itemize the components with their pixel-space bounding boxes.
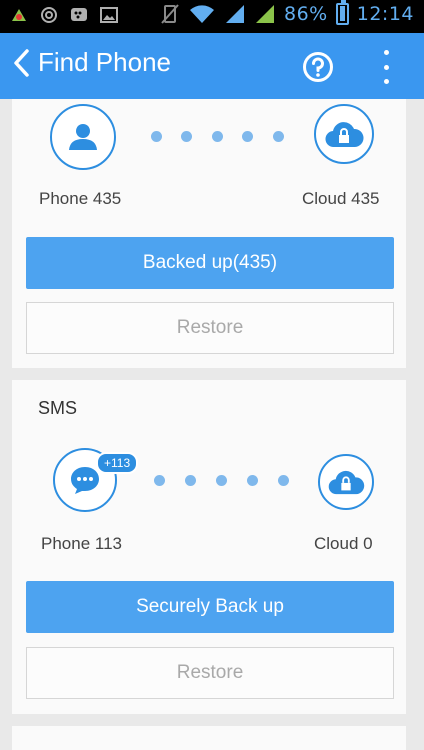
sync-dot xyxy=(154,475,165,486)
cloud-icon xyxy=(318,454,374,510)
sync-dot xyxy=(181,131,192,142)
page-title: Find Phone xyxy=(38,47,171,77)
sync-dot xyxy=(216,475,227,486)
next-backup-card xyxy=(12,726,406,750)
back-button[interactable]: Find Phone xyxy=(12,47,171,78)
cloud-count-label: Cloud 435 xyxy=(302,189,380,208)
wifi-icon xyxy=(190,5,214,23)
help-circle-icon[interactable] xyxy=(302,51,334,83)
ring-notification-icon xyxy=(41,7,57,23)
sync-dot xyxy=(151,131,162,142)
section-title-sms: SMS xyxy=(38,398,78,418)
signal-icon-1 xyxy=(226,5,244,23)
app-notification-icon xyxy=(12,9,26,21)
status-bar: 86% 12:14 xyxy=(0,0,424,33)
new-sms-badge: +113 xyxy=(96,452,139,474)
app-bar: Find Phone xyxy=(0,33,424,99)
phone-count-label: Phone 113 xyxy=(41,534,122,553)
restore-button[interactable]: Restore xyxy=(26,302,394,354)
restore-button[interactable]: Restore xyxy=(26,647,394,699)
status-icons: 86% 12:14 xyxy=(160,0,414,25)
sync-dot xyxy=(273,131,284,142)
sync-dot xyxy=(278,475,289,486)
vibrate-off-icon xyxy=(161,4,179,24)
notification-icons xyxy=(10,6,118,24)
sync-dot xyxy=(212,131,223,142)
sync-dot xyxy=(247,475,258,486)
sync-dot xyxy=(242,131,253,142)
backed-up-button[interactable]: Backed up(435) xyxy=(26,237,394,289)
securely-back-up-button[interactable]: Securely Back up xyxy=(26,581,394,633)
more-vert-icon[interactable] xyxy=(376,50,396,84)
phone-contacts-icon xyxy=(50,104,116,170)
battery-icon xyxy=(335,0,349,25)
sync-dot xyxy=(185,475,196,486)
battery-percent: 86% xyxy=(284,3,328,25)
image-notification-icon xyxy=(100,7,118,23)
cloud-count-label: Cloud 0 xyxy=(314,534,373,553)
sms-backup-card: SMS +113 Phone 113 Cloud 0 Securely Back… xyxy=(12,380,406,714)
phone-count-label: Phone 435 xyxy=(39,189,122,208)
clock: 12:14 xyxy=(356,3,414,25)
chevron-left-icon xyxy=(14,48,29,77)
bbm-notification-icon xyxy=(71,8,87,21)
contacts-backup-card: Phone 435 Cloud 435 Backed up(435) Resto… xyxy=(12,99,406,368)
signal-icon-2 xyxy=(256,5,274,23)
cloud-icon xyxy=(314,104,374,164)
